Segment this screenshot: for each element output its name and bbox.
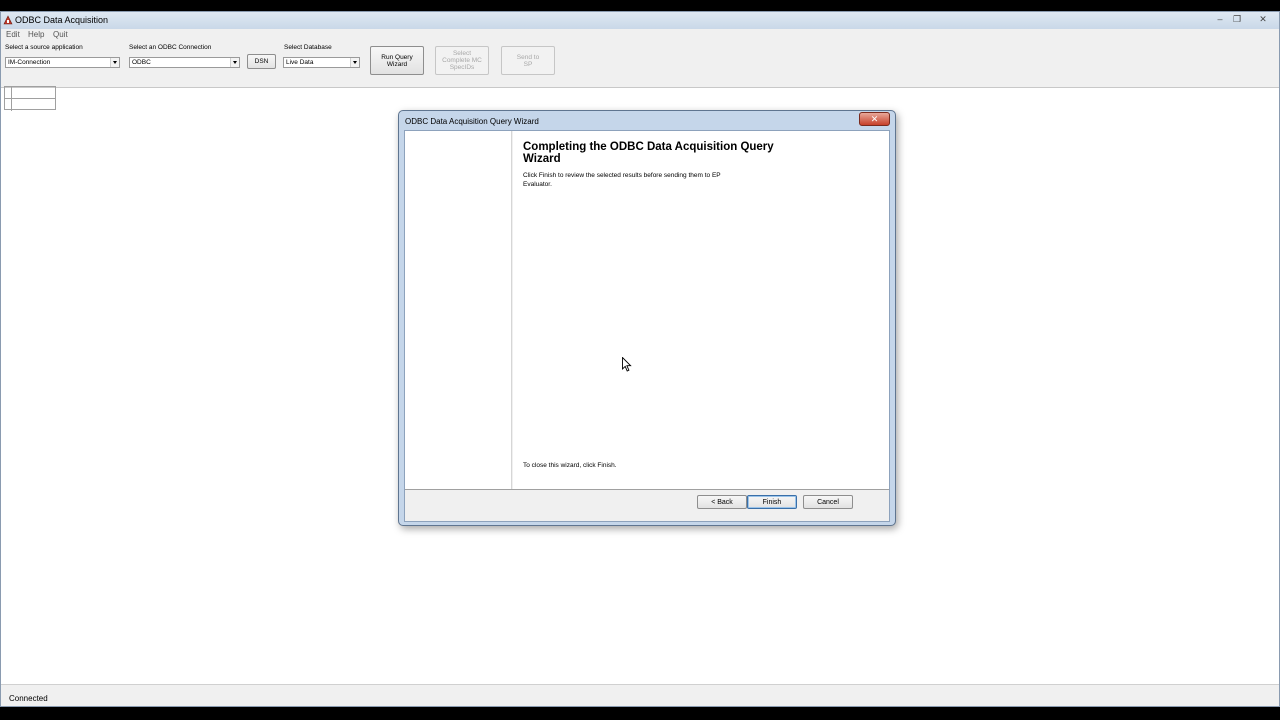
database-label: Select Database xyxy=(284,44,332,51)
source-app-select[interactable]: IM-Connection xyxy=(5,57,120,68)
wizard-content: Completing the ODBC Data Acquisition Que… xyxy=(513,131,889,489)
status-text: Connected xyxy=(9,694,48,703)
query-wizard-dialog: ODBC Data Acquisition Query Wizard ✕ Com… xyxy=(398,110,896,526)
source-app-value: IM-Connection xyxy=(8,59,51,66)
cancel-button[interactable]: Cancel xyxy=(803,495,853,509)
toolbar: Select a source application IM-Connectio… xyxy=(1,40,1279,88)
database-select[interactable]: Live Data xyxy=(283,57,360,68)
app-icon xyxy=(3,15,13,25)
odbc-connection-label: Select an ODBC Connection xyxy=(129,44,212,51)
select-complete-specids-button[interactable]: Select Complete MC SpecIDs xyxy=(435,46,489,75)
dialog-close-button[interactable]: ✕ xyxy=(859,112,890,126)
chevron-down-icon xyxy=(350,58,359,67)
title-bar: ODBC Data Acquisition ‒ ❐ ✕ xyxy=(1,12,1279,29)
dialog-separator xyxy=(405,489,889,490)
minimize-button[interactable]: ‒ xyxy=(1213,14,1227,25)
menu-bar: Edit Help Quit xyxy=(1,29,1279,40)
database-value: Live Data xyxy=(286,59,314,66)
dialog-title: ODBC Data Acquisition Query Wizard xyxy=(405,117,539,126)
send-to-sp-button[interactable]: Send to SP xyxy=(501,46,555,75)
run-query-wizard-button[interactable]: Run Query Wizard xyxy=(370,46,424,75)
chevron-down-icon xyxy=(230,58,239,67)
restore-button[interactable]: ❐ xyxy=(1230,14,1244,25)
chevron-down-icon xyxy=(110,58,119,67)
dsn-button[interactable]: DSN xyxy=(247,54,276,69)
window-close-button[interactable]: ✕ xyxy=(1256,14,1270,25)
odbc-connection-select[interactable]: ODBC xyxy=(129,57,240,68)
back-button[interactable]: < Back xyxy=(697,495,747,509)
wizard-close-instruction: To close this wizard, click Finish. xyxy=(523,462,617,469)
mouse-pointer-icon xyxy=(622,357,632,372)
window-title: ODBC Data Acquisition xyxy=(15,15,109,25)
status-bar: Connected xyxy=(1,684,1279,706)
wizard-heading: Completing the ODBC Data Acquisition Que… xyxy=(523,141,774,165)
dialog-client-area: Completing the ODBC Data Acquisition Que… xyxy=(404,130,890,522)
odbc-connection-value: ODBC xyxy=(132,59,151,66)
menu-edit[interactable]: Edit xyxy=(6,30,20,39)
wizard-side-panel xyxy=(405,131,512,489)
menu-quit[interactable]: Quit xyxy=(53,30,68,39)
data-grid[interactable] xyxy=(4,86,56,111)
finish-button[interactable]: Finish xyxy=(747,495,797,509)
screen: ODBC Data Acquisition ‒ ❐ ✕ Edit Help Qu… xyxy=(0,0,1280,720)
source-app-label: Select a source application xyxy=(5,44,83,51)
wizard-description: Click Finish to review the selected resu… xyxy=(523,172,721,188)
grid-header-row xyxy=(5,87,55,99)
menu-help[interactable]: Help xyxy=(28,30,44,39)
grid-row-header-column xyxy=(11,87,12,111)
